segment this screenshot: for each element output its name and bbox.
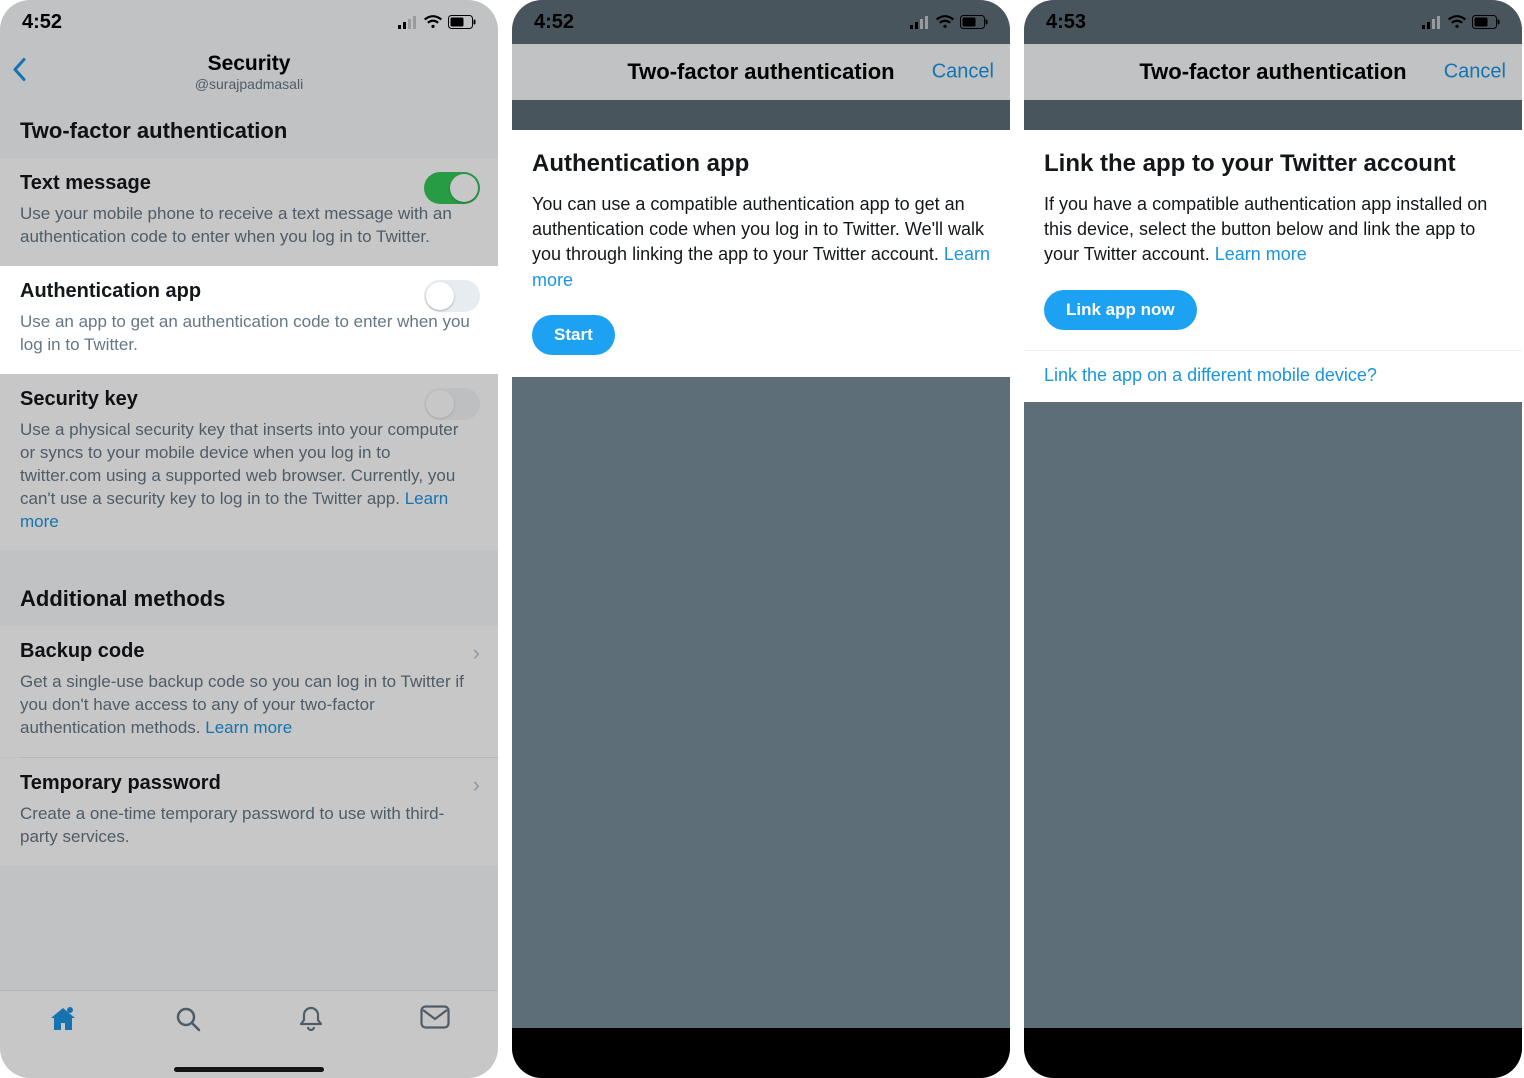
- security-key-desc: Use a physical security key that inserts…: [20, 419, 478, 534]
- nav-title: Two-factor authentication: [1139, 59, 1406, 84]
- cell-security-key[interactable]: Security key Use a physical security key…: [0, 374, 498, 551]
- nav-bar: Two-factor authentication Cancel: [1024, 44, 1522, 100]
- text-message-desc: Use your mobile phone to receive a text …: [20, 203, 478, 249]
- auth-app-toggle[interactable]: [424, 280, 480, 312]
- cellular-icon: [1422, 15, 1442, 29]
- home-icon: [48, 1005, 78, 1033]
- section-two-factor: Two-factor authentication: [0, 100, 498, 158]
- cellular-icon: [910, 15, 930, 29]
- search-icon: [174, 1005, 202, 1033]
- learn-more-link[interactable]: Learn more: [1215, 244, 1307, 264]
- chevron-right-icon: ›: [473, 640, 480, 666]
- link-app-now-button[interactable]: Link app now: [1044, 290, 1197, 330]
- home-indicator[interactable]: [0, 1067, 498, 1072]
- cellular-icon: [398, 15, 418, 29]
- auth-app-desc: Use an app to get an authentication code…: [20, 311, 478, 357]
- status-time: 4:52: [534, 11, 574, 34]
- temp-password-desc: Create a one-time temporary password to …: [20, 803, 478, 849]
- status-indicators: [910, 15, 988, 29]
- nav-bar: Security @surajpadmasali: [0, 44, 498, 100]
- nav-bar: Two-factor authentication Cancel: [512, 44, 1010, 100]
- nav-title-block: Two-factor authentication: [1139, 59, 1406, 84]
- status-time: 4:53: [1046, 11, 1086, 34]
- back-button[interactable]: [12, 58, 28, 87]
- cell-temp-password[interactable]: Temporary password › Create a one-time t…: [0, 758, 498, 866]
- text-message-toggle[interactable]: [424, 172, 480, 204]
- status-indicators: [1422, 15, 1500, 29]
- cell-text-message[interactable]: Text message Use your mobile phone to re…: [0, 158, 498, 266]
- nav-title: Security: [195, 52, 303, 76]
- tab-home[interactable]: [48, 1005, 78, 1038]
- bottom-black-bar: [1024, 1028, 1522, 1078]
- phone-security-settings: 4:52 Security @surajpadmasali Two-factor…: [0, 0, 498, 1078]
- status-bar: 4:52: [0, 0, 498, 44]
- sheet-heading: Link the app to your Twitter account: [1044, 150, 1502, 178]
- status-bar: 4:53: [1024, 0, 1522, 44]
- auth-app-sheet: Authentication app You can use a compati…: [512, 130, 1010, 377]
- phone-auth-app-start: 4:52 Two-factor authentication Cancel Au…: [512, 0, 1010, 1078]
- battery-icon: [1472, 15, 1500, 29]
- wifi-icon: [424, 15, 442, 29]
- sheet-body: If you have a compatible authentication …: [1044, 192, 1502, 268]
- status-bar: 4:52: [512, 0, 1010, 44]
- nav-title: Two-factor authentication: [627, 59, 894, 84]
- backup-code-desc: Get a single-use backup code so you can …: [20, 671, 478, 740]
- phone-link-app: 4:53 Two-factor authentication Cancel Li…: [1024, 0, 1522, 1078]
- auth-app-label: Authentication app: [20, 280, 478, 303]
- chevron-left-icon: [12, 58, 28, 82]
- cancel-button[interactable]: Cancel: [932, 61, 994, 84]
- envelope-icon: [420, 1005, 450, 1029]
- backup-code-learn-more[interactable]: Learn more: [205, 718, 292, 737]
- start-button[interactable]: Start: [532, 315, 615, 355]
- wifi-icon: [1448, 15, 1466, 29]
- chevron-right-icon: ›: [473, 772, 480, 798]
- security-key-toggle[interactable]: [424, 388, 480, 420]
- bell-icon: [298, 1005, 324, 1033]
- text-message-label: Text message: [20, 172, 478, 195]
- tab-messages[interactable]: [420, 1005, 450, 1034]
- sheet-body: You can use a compatible authentication …: [532, 192, 990, 293]
- nav-title-block: Two-factor authentication: [627, 59, 894, 84]
- wifi-icon: [936, 15, 954, 29]
- temp-password-label: Temporary password: [20, 772, 478, 795]
- battery-icon: [448, 15, 476, 29]
- link-app-sheet: Link the app to your Twitter account If …: [1024, 130, 1522, 350]
- cancel-button[interactable]: Cancel: [1444, 61, 1506, 84]
- tab-search[interactable]: [174, 1005, 202, 1038]
- bottom-black-bar: [512, 1028, 1010, 1078]
- cell-authentication-app[interactable]: Authentication app Use an app to get an …: [0, 266, 498, 374]
- nav-title-block: Security @surajpadmasali: [195, 52, 303, 92]
- sheet-heading: Authentication app: [532, 150, 990, 178]
- nav-subtitle: @surajpadmasali: [195, 76, 303, 92]
- tab-notifications[interactable]: [298, 1005, 324, 1038]
- cell-backup-code[interactable]: Backup code › Get a single-use backup co…: [0, 626, 498, 757]
- status-time: 4:52: [22, 11, 62, 34]
- security-key-label: Security key: [20, 388, 478, 411]
- sheet-container: Link the app to your Twitter account If …: [1024, 130, 1522, 402]
- tab-bar: [0, 990, 498, 1078]
- section-additional: Additional methods: [0, 568, 498, 626]
- sheet-container: Authentication app You can use a compati…: [512, 130, 1010, 377]
- status-indicators: [398, 15, 476, 29]
- battery-icon: [960, 15, 988, 29]
- content-scroll[interactable]: Two-factor authentication Text message U…: [0, 100, 498, 990]
- backup-code-label: Backup code: [20, 640, 478, 663]
- link-different-device[interactable]: Link the app on a different mobile devic…: [1024, 350, 1522, 402]
